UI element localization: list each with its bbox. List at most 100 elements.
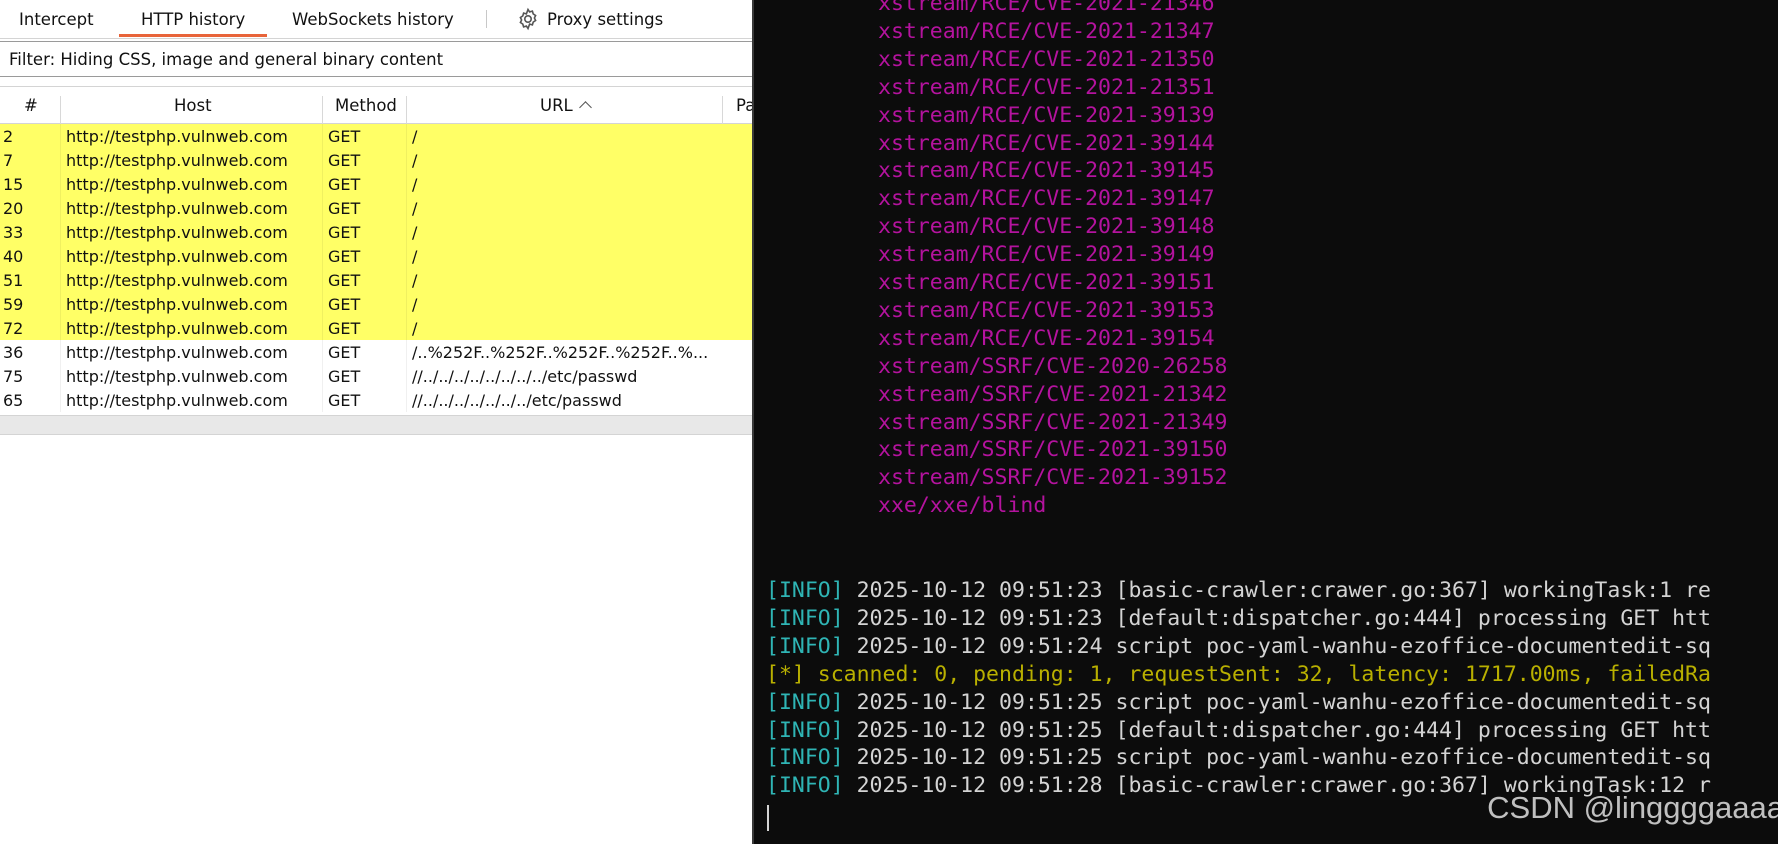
cell-method: GET (328, 343, 361, 362)
cell-url: / (412, 223, 418, 242)
cell-num: 75 (3, 367, 24, 386)
cell-divider (406, 220, 407, 244)
cell-url: / (412, 175, 418, 194)
cell-host: http://testphp.vulnweb.com (66, 271, 288, 290)
log-line: [INFO] 2025-10-12 09:51:25 [default:disp… (766, 718, 1711, 743)
log-line: [INFO] 2025-10-12 09:51:25 script poc-ya… (766, 690, 1711, 715)
column-header-params[interactable]: Pa (736, 96, 752, 115)
filter-text: Filter: Hiding CSS, image and general bi… (9, 50, 444, 69)
column-header-method[interactable]: Method (335, 96, 397, 115)
cell-divider (60, 196, 61, 220)
cell-divider (322, 292, 323, 316)
cell-url: //../../../../../../../etc/passwd (412, 391, 622, 410)
filter-bar[interactable]: Filter: Hiding CSS, image and general bi… (0, 41, 752, 77)
horizontal-scrollbar[interactable] (0, 415, 752, 435)
cell-divider (406, 196, 407, 220)
scan-status-line: [*] scanned: 0, pending: 1, requestSent:… (766, 662, 1711, 687)
poc-line: xstream/RCE/CVE-2021-39144 (878, 130, 1215, 156)
cell-host: http://testphp.vulnweb.com (66, 223, 288, 242)
poc-line: xstream/SSRF/CVE-2021-21349 (878, 409, 1228, 435)
cell-divider (322, 364, 323, 388)
poc-line: xstream/RCE/CVE-2021-21350 (878, 46, 1215, 72)
poc-line: xstream/RCE/CVE-2021-21346 (878, 0, 1215, 16)
column-header-url[interactable]: URL (540, 96, 592, 115)
cell-divider (60, 292, 61, 316)
column-header-num[interactable]: # (24, 96, 38, 115)
table-row[interactable]: 40 http://testphp.vulnweb.com GET / (0, 244, 752, 268)
cell-divider (406, 124, 407, 148)
poc-line: xstream/RCE/CVE-2021-39147 (878, 186, 1215, 212)
cell-method: GET (328, 391, 361, 410)
tab-divider (486, 10, 487, 28)
log-line: [INFO] 2025-10-12 09:51:23 [basic-crawle… (766, 578, 1711, 603)
tab-intercept[interactable]: Intercept (19, 10, 94, 29)
cell-method: GET (328, 151, 361, 170)
log-line: [INFO] 2025-10-12 09:51:24 script poc-ya… (766, 634, 1711, 659)
cell-num: 36 (3, 343, 24, 362)
cell-method: GET (328, 199, 361, 218)
table-row[interactable]: 36 http://testphp.vulnweb.com GET /..%252F.… (0, 340, 752, 364)
log-text: 2025-10-12 09:51:25 [default:dispatcher.… (843, 717, 1711, 743)
poc-line: xstream/RCE/CVE-2021-21351 (878, 74, 1215, 100)
burp-proxy-panel: Intercept HTTP history WebSockets histor… (0, 0, 752, 844)
cell-method: GET (328, 223, 361, 242)
table-row[interactable]: 7 http://testphp.vulnweb.com GET / (0, 148, 752, 172)
cell-divider (406, 340, 407, 364)
cell-method: GET (328, 247, 361, 266)
table-row[interactable]: 33 http://testphp.vulnweb.com GET / (0, 220, 752, 244)
cell-host: http://testphp.vulnweb.com (66, 367, 288, 386)
log-level-tag: [INFO] (766, 689, 844, 715)
cell-url: / (412, 127, 418, 146)
table-row[interactable]: 15 http://testphp.vulnweb.com GET / (0, 172, 752, 196)
cell-host: http://testphp.vulnweb.com (66, 127, 288, 146)
table-row[interactable]: 51 http://testphp.vulnweb.com GET / (0, 268, 752, 292)
cell-url: / (412, 271, 418, 290)
log-level-tag: [INFO] (766, 717, 844, 743)
table-row[interactable]: 65 http://testphp.vulnweb.com GET //../../.… (0, 388, 752, 412)
column-header-url-label: URL (540, 96, 573, 115)
table-row[interactable]: 20 http://testphp.vulnweb.com GET / (0, 196, 752, 220)
cell-num: 40 (3, 247, 24, 266)
cell-host: http://testphp.vulnweb.com (66, 319, 288, 338)
cell-host: http://testphp.vulnweb.com (66, 295, 288, 314)
cell-host: http://testphp.vulnweb.com (66, 247, 288, 266)
poc-line: xstream/RCE/CVE-2021-39145 (878, 158, 1215, 184)
terminal-cursor (767, 805, 769, 831)
log-text: 2025-10-12 09:51:25 script poc-yaml-wanh… (843, 689, 1711, 715)
column-header-host[interactable]: Host (174, 96, 212, 115)
cell-host: http://testphp.vulnweb.com (66, 199, 288, 218)
table-row[interactable]: 2 http://testphp.vulnweb.com GET / (0, 124, 752, 148)
cell-divider (322, 148, 323, 172)
tab-proxy-settings[interactable]: Proxy settings (547, 10, 663, 29)
log-level-tag: [INFO] (766, 605, 844, 631)
cell-divider (60, 268, 61, 292)
cell-url: /..%252F..%252F..%252F..%252F..%... (412, 343, 709, 362)
cell-divider (406, 268, 407, 292)
cell-divider (60, 124, 61, 148)
poc-line: xstream/SSRF/CVE-2021-21342 (878, 381, 1228, 407)
cell-divider (322, 172, 323, 196)
tab-http-history[interactable]: HTTP history (118, 10, 268, 37)
poc-line: xstream/RCE/CVE-2021-39153 (878, 297, 1215, 323)
gear-icon[interactable] (516, 7, 540, 31)
proxy-tab-bar: Intercept HTTP history WebSockets histor… (0, 0, 752, 39)
poc-line: xstream/RCE/CVE-2021-39149 (878, 242, 1215, 268)
cell-divider (60, 316, 61, 340)
sort-ascending-icon (578, 101, 592, 114)
table-row[interactable]: 75 http://testphp.vulnweb.com GET //../../.… (0, 364, 752, 388)
cell-url: / (412, 247, 418, 266)
tab-websockets-history[interactable]: WebSockets history (292, 10, 454, 29)
table-row[interactable]: 59 http://testphp.vulnweb.com GET / (0, 292, 752, 316)
cell-divider (406, 292, 407, 316)
table-header: # Host Method URL Pa (0, 86, 752, 132)
poc-line: xstream/RCE/CVE-2021-21347 (878, 18, 1215, 44)
table-row[interactable]: 72 http://testphp.vulnweb.com GET / (0, 316, 752, 340)
log-line: [INFO] 2025-10-12 09:51:23 [default:disp… (766, 606, 1711, 631)
cell-divider (322, 124, 323, 148)
cell-url: / (412, 319, 418, 338)
cell-method: GET (328, 295, 361, 314)
cell-divider (322, 220, 323, 244)
cell-method: GET (328, 319, 361, 338)
http-history-table: # Host Method URL Pa 2 http://testphp.vul… (0, 86, 752, 412)
log-text: 2025-10-12 09:51:23 [default:dispatcher.… (843, 605, 1711, 631)
